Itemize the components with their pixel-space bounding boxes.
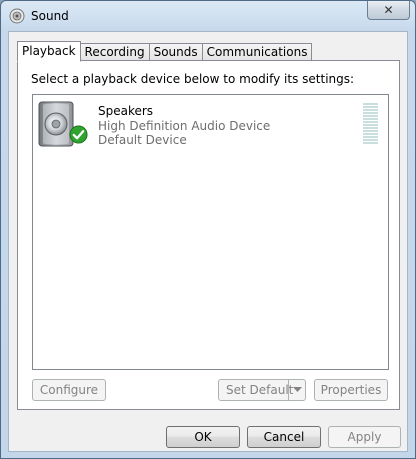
device-status: Default Device <box>98 133 187 147</box>
playback-tab-panel: Select a playback device below to modify… <box>17 60 400 410</box>
close-button[interactable]: ✕ <box>367 1 410 20</box>
tab-strip: Playback Recording Sounds Communications <box>17 40 313 62</box>
set-default-button[interactable]: Set Default <box>218 379 306 401</box>
instruction-text: Select a playback device below to modify… <box>31 72 355 86</box>
window-title: Sound <box>31 9 69 23</box>
ok-button[interactable]: OK <box>166 426 240 448</box>
volume-level-meter <box>363 103 378 145</box>
device-name: Speakers <box>98 104 154 118</box>
tab-playback[interactable]: Playback <box>17 41 81 62</box>
close-icon: ✕ <box>383 3 394 17</box>
properties-button[interactable]: Properties <box>314 379 388 401</box>
sound-dialog: Sound ✕ Playback Recording Sounds Commun… <box>0 0 416 459</box>
tab-communications[interactable]: Communications <box>201 43 313 61</box>
set-default-dropdown-arrow[interactable] <box>288 380 305 400</box>
dialog-client-area: Playback Recording Sounds Communications… <box>8 31 408 452</box>
configure-button[interactable]: Configure <box>32 379 106 401</box>
device-description: High Definition Audio Device <box>98 119 271 133</box>
default-device-check-icon <box>69 125 88 144</box>
tab-recording[interactable]: Recording <box>79 43 150 61</box>
sound-app-icon <box>9 8 25 24</box>
tab-sounds[interactable]: Sounds <box>148 43 203 61</box>
apply-button[interactable]: Apply <box>328 426 401 448</box>
set-default-label: Set Default <box>226 383 294 397</box>
chevron-down-icon <box>292 387 302 392</box>
cancel-button[interactable]: Cancel <box>247 426 321 448</box>
device-item-speakers[interactable]: Speakers High Definition Audio Device De… <box>35 97 386 147</box>
title-bar[interactable]: Sound ✕ <box>1 1 415 31</box>
playback-device-list[interactable]: Speakers High Definition Audio Device De… <box>32 94 389 370</box>
